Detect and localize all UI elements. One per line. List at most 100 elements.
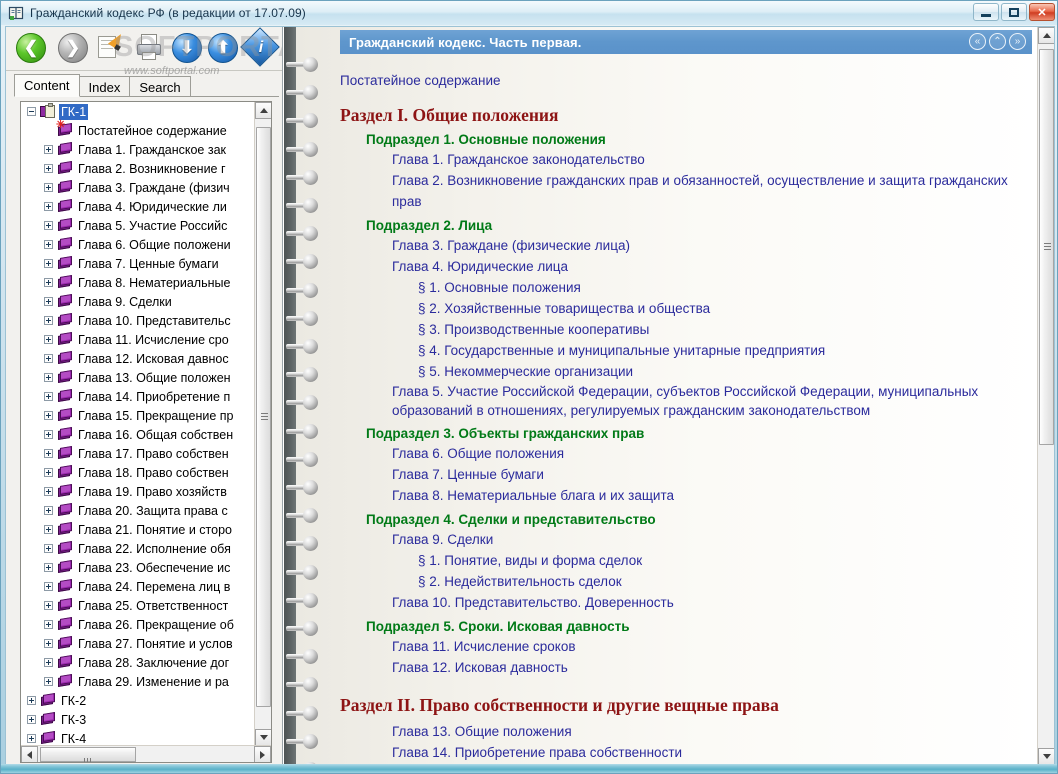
expand-icon[interactable]	[44, 620, 53, 629]
expand-icon[interactable]	[44, 468, 53, 477]
expand-icon[interactable]	[44, 430, 53, 439]
outline-link[interactable]: Глава 13. Общие положения	[340, 721, 1037, 742]
tree-item[interactable]: Глава 11. Исчисление сро	[21, 330, 255, 349]
tree-scroll-left-button[interactable]	[21, 746, 38, 762]
expand-icon[interactable]	[44, 335, 53, 344]
annotate-button[interactable]	[94, 30, 127, 65]
expand-icon[interactable]	[44, 373, 53, 382]
tree-item[interactable]: Глава 2. Возникновение г	[21, 159, 255, 178]
tree-item[interactable]: Глава 1. Гражданское зак	[21, 140, 255, 159]
outline-link[interactable]: Глава 6. Общие положения	[340, 443, 1037, 464]
tree-item[interactable]: Глава 6. Общие положени	[21, 235, 255, 254]
intro-link[interactable]: Постатейное содержание	[340, 73, 1037, 88]
outline-link[interactable]: § 4. Государственные и муниципальные уни…	[340, 340, 1037, 361]
tree-item[interactable]: Глава 8. Нематериальные	[21, 273, 255, 292]
expand-icon[interactable]	[44, 278, 53, 287]
expand-icon[interactable]	[44, 487, 53, 496]
expand-icon[interactable]	[44, 354, 53, 363]
expand-icon[interactable]	[44, 563, 53, 572]
tree-item[interactable]: ГК-3	[21, 710, 255, 729]
close-button[interactable]: ✕	[1029, 3, 1055, 21]
info-button[interactable]: i	[240, 27, 280, 67]
print-button[interactable]	[134, 33, 166, 65]
forward-button[interactable]: ❯	[58, 33, 90, 65]
tree-horizontal-scrollbar[interactable]	[21, 745, 271, 762]
tree-item[interactable]: Глава 29. Изменение и ра	[21, 672, 255, 691]
tree-item[interactable]: Глава 23. Обеспечение ис	[21, 558, 255, 577]
outline-link[interactable]: Глава 3. Граждане (физические лица)	[340, 235, 1037, 256]
tree-item[interactable]: Глава 18. Право собствен	[21, 463, 255, 482]
tree-item[interactable]: Глава 19. Право хозяйств	[21, 482, 255, 501]
expand-icon[interactable]	[44, 544, 53, 553]
tree-scroll-right-button[interactable]	[254, 746, 271, 762]
expand-icon[interactable]	[27, 734, 36, 743]
outline-link[interactable]: Глава 10. Представительство. Доверенност…	[340, 592, 1037, 613]
outline-link[interactable]: § 2. Хозяйственные товарищества и общест…	[340, 298, 1037, 319]
expand-icon[interactable]	[44, 582, 53, 591]
expand-icon[interactable]	[44, 658, 53, 667]
tree-item[interactable]: Глава 7. Ценные бумаги	[21, 254, 255, 273]
tree-item[interactable]: Глава 13. Общие положен	[21, 368, 255, 387]
minimize-button[interactable]	[973, 3, 999, 21]
tree-item[interactable]: Глава 25. Ответственност	[21, 596, 255, 615]
expand-icon[interactable]	[44, 183, 53, 192]
outline-link[interactable]: Глава 1. Гражданское законодательство	[340, 149, 1037, 170]
outline-link[interactable]: Глава 12. Исковая давность	[340, 657, 1037, 678]
tree-scroll-thumb[interactable]	[256, 127, 271, 707]
tree-item[interactable]: Глава 22. Исполнение обя	[21, 539, 255, 558]
expand-icon[interactable]	[44, 164, 53, 173]
expand-icon[interactable]	[44, 259, 53, 268]
expand-icon[interactable]	[44, 411, 53, 420]
outline-link[interactable]: § 5. Некоммерческие организации	[340, 361, 1037, 382]
expand-icon[interactable]	[44, 202, 53, 211]
outline-link[interactable]: Глава 11. Исчисление сроков	[340, 636, 1037, 657]
expand-icon[interactable]	[44, 297, 53, 306]
tree-item[interactable]: ГК-4	[21, 729, 255, 746]
next-page-button[interactable]: »	[1009, 33, 1026, 50]
tree-item[interactable]: Глава 14. Приобретение п	[21, 387, 255, 406]
tree-scroll-down-button[interactable]	[255, 729, 271, 746]
outline-link[interactable]: Глава 9. Сделки	[340, 529, 1037, 550]
tab-search[interactable]: Search	[129, 76, 191, 97]
top-page-button[interactable]: ⌃	[989, 33, 1006, 50]
outline-link[interactable]: Глава 14. Приобретение права собственнос…	[340, 742, 1037, 763]
expand-icon[interactable]	[44, 145, 53, 154]
expand-icon[interactable]	[44, 601, 53, 610]
outline-link[interactable]: § 1. Основные положения	[340, 277, 1037, 298]
expand-icon[interactable]	[44, 677, 53, 686]
tree-item[interactable]: Глава 10. Представительс	[21, 311, 255, 330]
page-down-button[interactable]: ⬇	[172, 33, 204, 65]
expand-icon[interactable]	[44, 392, 53, 401]
expand-icon[interactable]	[44, 525, 53, 534]
tree-item[interactable]: Глава 4. Юридические ли	[21, 197, 255, 216]
expand-icon[interactable]	[44, 506, 53, 515]
document-vertical-scrollbar[interactable]	[1037, 27, 1054, 765]
expand-icon[interactable]	[44, 221, 53, 230]
tree-hscroll-thumb[interactable]	[40, 747, 136, 762]
tree-item[interactable]: Глава 12. Исковая давнос	[21, 349, 255, 368]
prev-page-button[interactable]: «	[969, 33, 986, 50]
tree-item[interactable]: Глава 16. Общая собствен	[21, 425, 255, 444]
doc-scroll-down-button[interactable]	[1038, 748, 1054, 765]
outline-link[interactable]: Глава 7. Ценные бумаги	[340, 464, 1037, 485]
doc-scroll-thumb[interactable]	[1039, 49, 1054, 445]
tree-item[interactable]: ГК-2	[21, 691, 255, 710]
expand-icon[interactable]	[44, 449, 53, 458]
tree-item[interactable]: Глава 5. Участие Российс	[21, 216, 255, 235]
expand-icon[interactable]	[44, 240, 53, 249]
outline-link[interactable]: Глава 8. Нематериальные блага и их защит…	[340, 485, 1037, 506]
doc-scroll-up-button[interactable]	[1038, 27, 1054, 44]
content-tree[interactable]: ГК-1 ✳ Постатейное содержание Глава 1. Граж…	[20, 101, 272, 763]
maximize-button[interactable]	[1001, 3, 1027, 21]
outline-link[interactable]: Глава 2. Возникновение гражданских прав …	[340, 170, 1037, 212]
tree-item[interactable]: Глава 28. Заключение дог	[21, 653, 255, 672]
outline-link[interactable]: § 2. Недействительность сделок	[340, 571, 1037, 592]
tree-item[interactable]: Глава 26. Прекращение об	[21, 615, 255, 634]
tree-item[interactable]: Глава 3. Граждане (физич	[21, 178, 255, 197]
tree-scroll-up-button[interactable]	[255, 102, 271, 119]
expand-icon[interactable]	[44, 639, 53, 648]
outline-link[interactable]: Глава 4. Юридические лица	[340, 256, 1037, 277]
back-button[interactable]: ❮	[16, 33, 48, 65]
outline-link[interactable]: § 3. Производственные кооперативы	[340, 319, 1037, 340]
tree-item[interactable]: Глава 27. Понятие и услов	[21, 634, 255, 653]
